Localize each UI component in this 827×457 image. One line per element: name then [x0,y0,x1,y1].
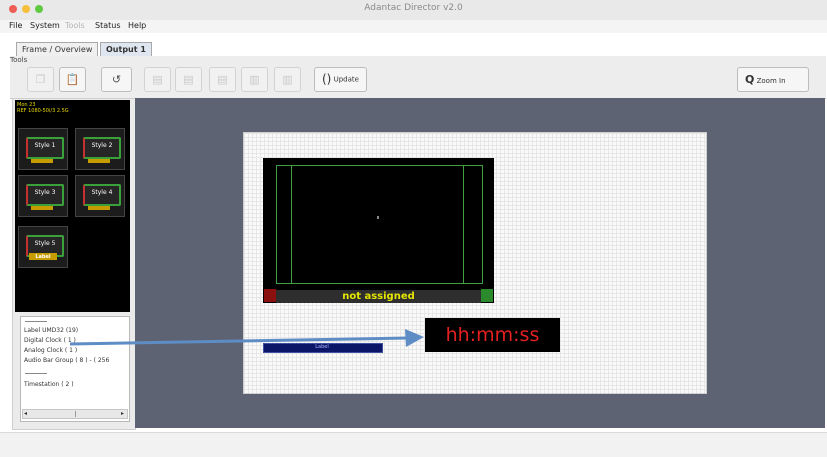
tab-frame-overview[interactable]: Frame / Overview [16,42,99,56]
list-item-audio-bar-group[interactable]: Audio Bar Group ( 8 ) - ( 256 [24,357,109,364]
style-tile-4[interactable]: Style 4 [75,175,125,217]
align-right-icon: ▤ [217,73,228,86]
list-item-timestation[interactable]: Timestation ( 2 ) [24,381,74,388]
scroll-left-icon[interactable]: ◂ [24,410,27,418]
scroll-thumb[interactable] [75,411,76,417]
center-marker [377,216,379,219]
safe-area-frame [276,165,483,284]
digital-clock-text: hh:mm:ss [445,324,540,346]
menu-file[interactable]: File [9,21,22,30]
tools-panel [10,56,826,99]
align-center-button[interactable]: ▤ [175,67,202,92]
copy-icon: ❐ [35,73,46,86]
update-button[interactable]: () Update [314,67,367,92]
style-bar [31,159,53,163]
tab-output-1[interactable]: Output 1 [100,42,152,56]
element-list[interactable]: Label UMD32 (19) Digital Clock ( 1 ) Ana… [20,316,130,422]
style-preview: Style 4 [83,184,121,206]
align-top-button[interactable]: ▥ [241,67,268,92]
style-bar [88,206,110,210]
style-tile-5[interactable]: Style 5 Label [18,226,68,268]
paste-icon: 📋 [65,73,80,86]
scroll-right-icon[interactable]: ▸ [121,410,124,418]
refresh-icon: () [322,72,332,86]
style-bar [88,159,110,163]
paste-button[interactable]: 📋 [59,67,86,92]
align-bottom-button[interactable]: ▥ [274,67,301,92]
style-tile-2[interactable]: Style 2 [75,128,125,170]
label-element-text: Label [315,344,329,350]
align-right-button[interactable]: ▤ [209,67,236,92]
style-preview: Style 3 [26,184,64,206]
align-bottom-icon: ▥ [282,73,293,86]
style-tile-1[interactable]: Style 1 [18,128,68,170]
layout-info-line-2: REF 1080-50i/3 2.5G [17,108,69,114]
undo-button[interactable]: ↺ [101,67,132,92]
not-assigned-label: not assigned [342,291,415,302]
menu-help[interactable]: Help [128,21,146,30]
undo-icon: ↺ [111,73,122,86]
align-left-button[interactable]: ▤ [144,67,171,92]
style-preview: Style 2 [83,137,121,159]
menu-system[interactable]: System [30,21,60,30]
menu-bar: File System Tools Status Help [0,20,827,33]
window-title: Adantac Director v2.0 [364,3,463,13]
align-left-icon: ▤ [152,73,163,86]
magnifier-icon: Q [745,73,755,86]
style-tile-3[interactable]: Style 3 [18,175,68,217]
menu-tools[interactable]: Tools [65,21,85,30]
align-top-icon: ▥ [249,73,260,86]
style-preview: Style 1 [26,137,64,159]
window-title-bar: Adantac Director v2.0 [0,0,827,21]
copy-button[interactable]: ❐ [27,67,54,92]
layout-info: Mon 23 REF 1080-50i/3 2.5G [17,102,69,114]
zoom-in-label: Zoom In [756,77,786,85]
align-center-icon: ▤ [183,73,194,86]
list-divider [25,373,47,374]
list-divider [25,321,47,322]
tab-bar: Frame / Overview Output 1 [10,42,826,57]
status-bar [0,432,827,457]
list-horizontal-scrollbar[interactable]: ◂ ▸ [22,409,128,419]
list-item-digital-clock[interactable]: Digital Clock ( 1 ) [24,337,76,344]
list-item-label-umd[interactable]: Label UMD32 (19) [24,327,78,334]
safe-area-line-right [463,165,464,283]
list-item-analog-clock[interactable]: Analog Clock ( 1 ) [24,347,77,354]
style-bar [31,206,53,210]
tools-label: Tools [10,56,28,64]
update-label: Update [333,75,359,84]
safe-area-line-left [291,165,292,283]
style-bar-label: Label [35,254,51,260]
tally-green [481,289,493,302]
menu-status[interactable]: Status [95,21,121,30]
zoom-in-button[interactable]: Q Zoom In [737,67,809,92]
tally-red [264,289,276,302]
